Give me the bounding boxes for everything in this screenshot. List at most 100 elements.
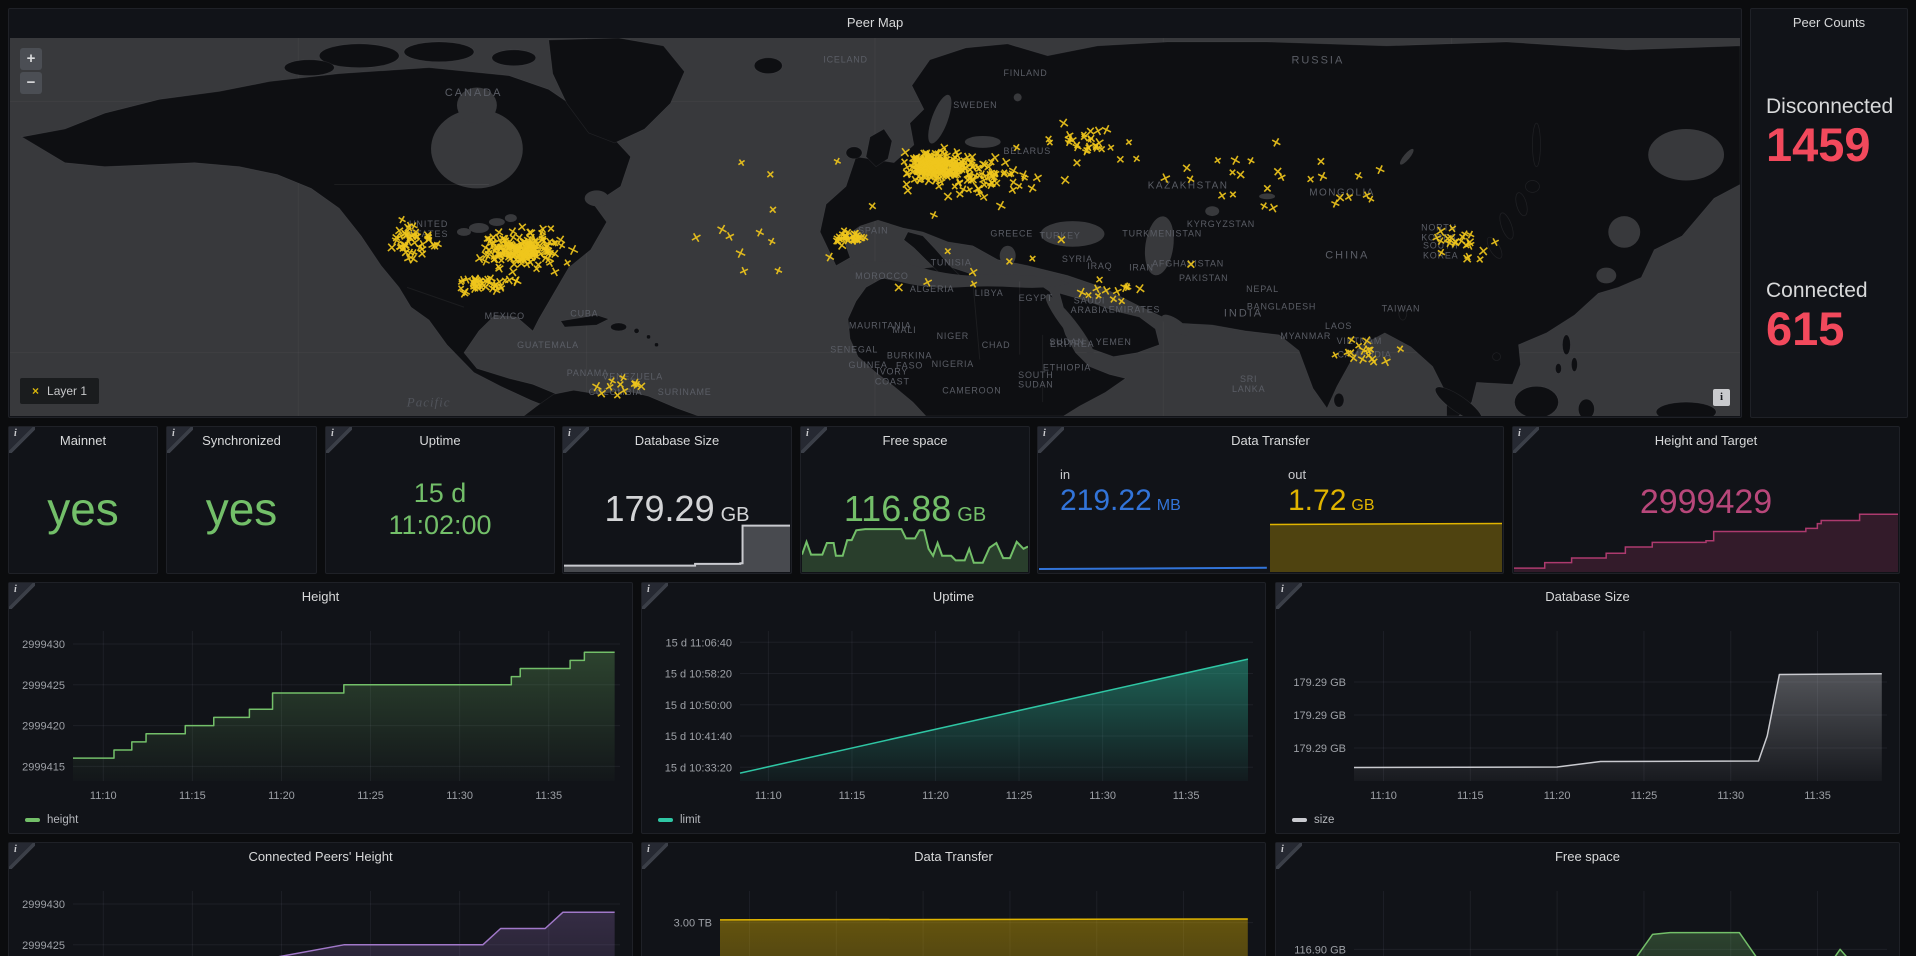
svg-text:11:30: 11:30 xyxy=(1089,790,1116,802)
panel-title[interactable]: Free space xyxy=(1276,843,1899,871)
svg-text:MEXICO: MEXICO xyxy=(485,311,525,321)
svg-text:NEPAL: NEPAL xyxy=(1246,284,1279,294)
svg-text:11:15: 11:15 xyxy=(179,790,206,802)
panel-title[interactable]: Database Size xyxy=(1276,583,1899,611)
stat-value: 615 xyxy=(1766,305,1868,353)
layer-label: Layer 1 xyxy=(47,384,87,398)
legend-item[interactable]: size xyxy=(1292,814,1334,826)
svg-text:IVORYCOAST: IVORYCOAST xyxy=(875,366,910,386)
svg-text:15 d 10:58:20: 15 d 10:58:20 xyxy=(665,669,732,681)
svg-text:11:15: 11:15 xyxy=(1457,790,1484,802)
panel-title[interactable]: Uptime xyxy=(642,583,1265,611)
svg-text:RUSSIA: RUSSIA xyxy=(1292,55,1345,67)
svg-text:TUNISIA: TUNISIA xyxy=(931,258,972,268)
panel-title[interactable]: Data Transfer xyxy=(1038,427,1503,455)
chart-legend: height xyxy=(25,814,78,826)
legend-swatch xyxy=(658,818,673,822)
svg-text:11:20: 11:20 xyxy=(1544,790,1571,802)
info-icon[interactable]: i xyxy=(1513,427,1539,453)
panel-title[interactable]: Connected Peers' Height xyxy=(9,843,632,871)
uptime-chart[interactable]: 11:1011:1511:2011:2511:3011:3515 d 10:33… xyxy=(642,583,1265,833)
svg-text:SENEGAL: SENEGAL xyxy=(830,345,878,355)
info-icon[interactable]: i xyxy=(801,427,827,453)
info-icon[interactable]: i xyxy=(9,427,35,453)
svg-text:11:35: 11:35 xyxy=(1804,790,1831,802)
info-icon[interactable]: i xyxy=(563,427,589,453)
panel-title[interactable]: Data Transfer xyxy=(642,843,1265,871)
svg-text:CHINA: CHINA xyxy=(1325,249,1369,261)
svg-text:2999430: 2999430 xyxy=(22,639,65,651)
info-icon[interactable]: i xyxy=(167,427,193,453)
stat-disconnected: Disconnected 1459 xyxy=(1766,95,1893,169)
stat-connected: Connected 615 xyxy=(1766,279,1868,353)
svg-text:LAOS: LAOS xyxy=(1325,321,1352,331)
panel-free-space-chart: i Free space 11:1011:1511:2011:2511:3011… xyxy=(1275,842,1900,956)
svg-text:TURKMENISTAN: TURKMENISTAN xyxy=(1122,228,1202,238)
svg-text:11:20: 11:20 xyxy=(922,790,949,802)
svg-text:IRAQ: IRAQ xyxy=(1087,261,1112,271)
legend-item[interactable]: height xyxy=(25,814,78,826)
panel-title[interactable]: Peer Counts xyxy=(1751,9,1907,37)
svg-text:179.29 GB: 179.29 GB xyxy=(1293,677,1346,689)
svg-text:EMIRATES: EMIRATES xyxy=(1109,304,1161,314)
svg-text:Pacific: Pacific xyxy=(406,395,451,410)
svg-text:11:35: 11:35 xyxy=(535,790,562,802)
stat-label: out xyxy=(1288,467,1375,482)
info-icon[interactable]: i xyxy=(9,583,35,609)
panel-height-and-target: i Height and Target 2999429 xyxy=(1512,426,1900,574)
svg-text:GREECE: GREECE xyxy=(990,228,1033,238)
info-icon[interactable]: i xyxy=(1038,427,1064,453)
panel-height-chart: i Height 11:1011:1511:2011:2511:3011:352… xyxy=(8,582,633,834)
svg-text:MALI: MALI xyxy=(892,325,916,335)
svg-text:11:10: 11:10 xyxy=(755,790,782,802)
svg-text:SURINAME: SURINAME xyxy=(658,387,712,397)
data-out-sparkline xyxy=(1270,518,1503,572)
legend-item[interactable]: limit xyxy=(658,814,700,826)
svg-text:11:15: 11:15 xyxy=(839,790,866,802)
map-attribution-button[interactable]: i xyxy=(1713,389,1730,406)
svg-text:MOROCCO: MOROCCO xyxy=(855,271,908,281)
info-icon[interactable]: i xyxy=(642,843,668,869)
map-zoom-in-button[interactable]: + xyxy=(20,48,42,70)
database-size-chart[interactable]: 11:1011:1511:2011:2511:3011:35179.29 GB1… xyxy=(1276,583,1899,833)
panel-database-size-chart: i Database Size 11:1011:1511:2011:2511:3… xyxy=(1275,582,1900,834)
svg-text:2999415: 2999415 xyxy=(22,761,65,773)
svg-text:FINLAND: FINLAND xyxy=(1004,68,1048,78)
stat-label: Connected xyxy=(1766,279,1868,303)
svg-text:ICELAND: ICELAND xyxy=(823,55,867,65)
height-chart[interactable]: 11:1011:1511:2011:2511:3011:352999415299… xyxy=(9,583,632,833)
svg-text:LIBYA: LIBYA xyxy=(975,288,1004,298)
panel-uptime-chart: i Uptime 11:1011:1511:2011:2511:3011:351… xyxy=(641,582,1266,834)
panel-title[interactable]: Peer Map xyxy=(9,9,1741,37)
world-map[interactable]: CANADARUSSIAUNITEDSTATESMEXICOCUBAGUATEM… xyxy=(10,38,1740,416)
svg-text:SPAIN: SPAIN xyxy=(858,225,888,235)
info-icon[interactable]: i xyxy=(326,427,352,453)
info-icon[interactable]: i xyxy=(1276,583,1302,609)
height-target-value: 2999429 xyxy=(1513,483,1899,522)
panel-synchronized: i Synchronized yes xyxy=(166,426,317,574)
svg-text:179.29 GB: 179.29 GB xyxy=(1293,743,1346,755)
panel-title[interactable]: Height and Target xyxy=(1513,427,1899,455)
chart-legend: limit xyxy=(658,814,700,826)
panel-title[interactable]: Height xyxy=(9,583,632,611)
svg-text:SWEDEN: SWEDEN xyxy=(953,100,997,110)
map-canvas[interactable]: CANADARUSSIAUNITEDSTATESMEXICOCUBAGUATEM… xyxy=(10,38,1740,416)
stat-data-in: in 219.22MB xyxy=(1060,467,1181,518)
panel-uptime-stat: i Uptime 15 d 11:02:00 xyxy=(325,426,555,574)
info-icon[interactable]: i xyxy=(642,583,668,609)
grafana-dashboard: Peer Map xyxy=(0,0,1916,956)
map-layer-toggle[interactable]: ×Layer 1 xyxy=(20,378,99,404)
svg-text:YEMEN: YEMEN xyxy=(1096,337,1132,347)
svg-text:11:30: 11:30 xyxy=(1717,790,1744,802)
panel-mainnet: i Mainnet yes xyxy=(8,426,158,574)
stat-label: in xyxy=(1060,467,1181,482)
stat-value: 1.72GB xyxy=(1288,484,1375,518)
svg-text:11:25: 11:25 xyxy=(1631,790,1658,802)
map-zoom-out-button[interactable]: − xyxy=(20,72,42,94)
stat-label: Disconnected xyxy=(1766,95,1893,119)
info-icon[interactable]: i xyxy=(9,843,35,869)
stat-data-out: out 1.72GB xyxy=(1288,467,1375,518)
svg-text:CHAD: CHAD xyxy=(982,340,1011,350)
info-icon[interactable]: i xyxy=(1276,843,1302,869)
free-space-value: 116.88GB xyxy=(844,488,986,530)
